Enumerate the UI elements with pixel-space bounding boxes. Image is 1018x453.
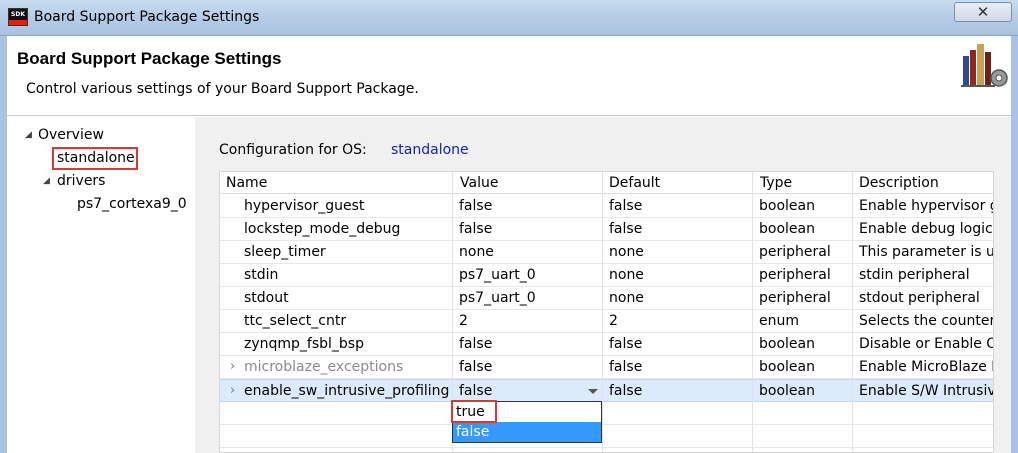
window-titlebar: SDK Board Support Package Settings ✕ [0, 0, 1018, 36]
cell-value[interactable]: false [459, 221, 492, 237]
cell-default: false [609, 221, 643, 237]
cell-name: lockstep_mode_debug [244, 221, 401, 237]
expand-arrow-icon[interactable]: ◢ [43, 176, 50, 186]
cell-type: boolean [759, 383, 815, 399]
table-row-empty [220, 425, 993, 448]
cell-value[interactable]: false [459, 198, 492, 214]
cell-type: peripheral [759, 267, 831, 283]
tree-item-drivers[interactable]: drivers [57, 173, 105, 189]
cell-value[interactable]: false [459, 359, 492, 375]
cell-description: stdout peripheral [859, 290, 980, 306]
dropdown-option-false[interactable]: false [453, 422, 601, 442]
table-row[interactable]: › microblaze_exceptions false false bool… [220, 356, 994, 379]
cell-name: enable_sw_intrusive_profiling [244, 383, 450, 399]
cell-name: zynqmp_fsbl_bsp [244, 336, 364, 352]
cell-type: boolean [759, 336, 815, 352]
cell-description: Enable hypervisor gu [859, 198, 994, 214]
header-subtitle: Control various settings of your Board S… [26, 81, 419, 97]
cell-value[interactable]: 2 [459, 313, 468, 329]
cell-default: false [609, 336, 643, 352]
table-row-selected[interactable]: › enable_sw_intrusive_profiling false fa… [220, 379, 994, 402]
cell-description: Disable or Enable Op [859, 336, 994, 352]
cell-type: boolean [759, 198, 815, 214]
table-row[interactable]: stdout ps7_uart_0 none peripheral stdout… [220, 287, 993, 310]
header-title: Board Support Package Settings [17, 49, 282, 68]
cell-type: peripheral [759, 290, 831, 306]
chevron-right-icon[interactable]: › [230, 359, 235, 374]
cell-type: boolean [759, 359, 815, 375]
column-header-type[interactable]: Type [760, 175, 792, 191]
cell-name: hypervisor_guest [244, 198, 365, 214]
table-row[interactable]: stdin ps7_uart_0 none peripheral stdin p… [220, 264, 993, 287]
chevron-right-icon[interactable]: › [230, 383, 235, 398]
sdk-app-icon: SDK [8, 8, 28, 26]
expand-arrow-icon[interactable]: ◢ [25, 130, 32, 140]
cell-default: none [609, 290, 644, 306]
column-header-name[interactable]: Name [226, 175, 267, 191]
table-header: Name Value Default Type Description [220, 172, 993, 194]
column-header-default[interactable]: Default [609, 175, 660, 191]
column-header-description[interactable]: Description [859, 175, 939, 191]
cell-value[interactable]: ps7_uart_0 [459, 267, 536, 283]
table-row[interactable]: hypervisor_guest false false boolean Ena… [220, 195, 994, 218]
cell-default: none [609, 267, 644, 283]
cell-description: This parameter is use [859, 244, 993, 260]
cell-description: Selects the counter to [859, 313, 994, 329]
cell-default: false [609, 359, 643, 375]
cell-name: stdin [244, 267, 279, 283]
highlight-box [52, 147, 138, 170]
table-row-empty [220, 402, 993, 425]
dialog-header: Board Support Package Settings Control v… [7, 36, 1011, 116]
table-row[interactable]: ttc_select_cntr 2 2 enum Selects the cou… [220, 310, 994, 333]
cell-default: 2 [609, 313, 618, 329]
cell-value[interactable]: none [459, 244, 494, 260]
table-row[interactable]: sleep_timer none none peripheral This pa… [220, 241, 993, 264]
cell-default: false [609, 198, 643, 214]
config-os-value: standalone [391, 142, 469, 158]
tree-item-overview[interactable]: Overview [38, 127, 104, 143]
cell-type: enum [759, 313, 799, 329]
cell-name: microblaze_exceptions [244, 359, 404, 375]
column-divider [852, 172, 853, 452]
table-row[interactable]: lockstep_mode_debug false false boolean … [220, 218, 994, 241]
settings-table: Name Value Default Type Description hype… [219, 171, 994, 453]
cell-description: Enable MicroBlaze E [859, 359, 994, 375]
dropdown-arrow-icon[interactable] [588, 389, 598, 394]
cell-description: stdin peripheral [859, 267, 970, 283]
window-title: Board Support Package Settings [34, 9, 260, 25]
cell-name: ttc_select_cntr [244, 313, 347, 329]
tree-item-ps7-cortexa9[interactable]: ps7_cortexa9_0 [77, 196, 187, 212]
config-label: Configuration for OS: [219, 142, 367, 158]
cell-description: Enable debug logic i [859, 221, 994, 237]
column-divider [752, 172, 753, 452]
cell-type: peripheral [759, 244, 831, 260]
column-divider [602, 172, 603, 452]
settings-tree: ◢ Overview standalone ◢ drivers ps7_cort… [7, 117, 195, 453]
highlight-box [451, 400, 497, 423]
cell-default: none [609, 244, 644, 260]
cell-value[interactable]: false [459, 336, 492, 352]
cell-name: sleep_timer [244, 244, 326, 260]
cell-description: Enable S/W Intrusive [859, 383, 994, 399]
cell-type: boolean [759, 221, 815, 237]
cell-name: stdout [244, 290, 289, 306]
close-button[interactable]: ✕ [954, 2, 1012, 22]
table-row[interactable]: zynqmp_fsbl_bsp false false boolean Disa… [220, 333, 994, 356]
cell-value-combo[interactable]: false [459, 383, 492, 399]
books-gear-icon [961, 44, 1008, 87]
cell-value[interactable]: ps7_uart_0 [459, 290, 536, 306]
cell-default: false [609, 383, 643, 399]
column-header-value[interactable]: Value [460, 175, 498, 191]
